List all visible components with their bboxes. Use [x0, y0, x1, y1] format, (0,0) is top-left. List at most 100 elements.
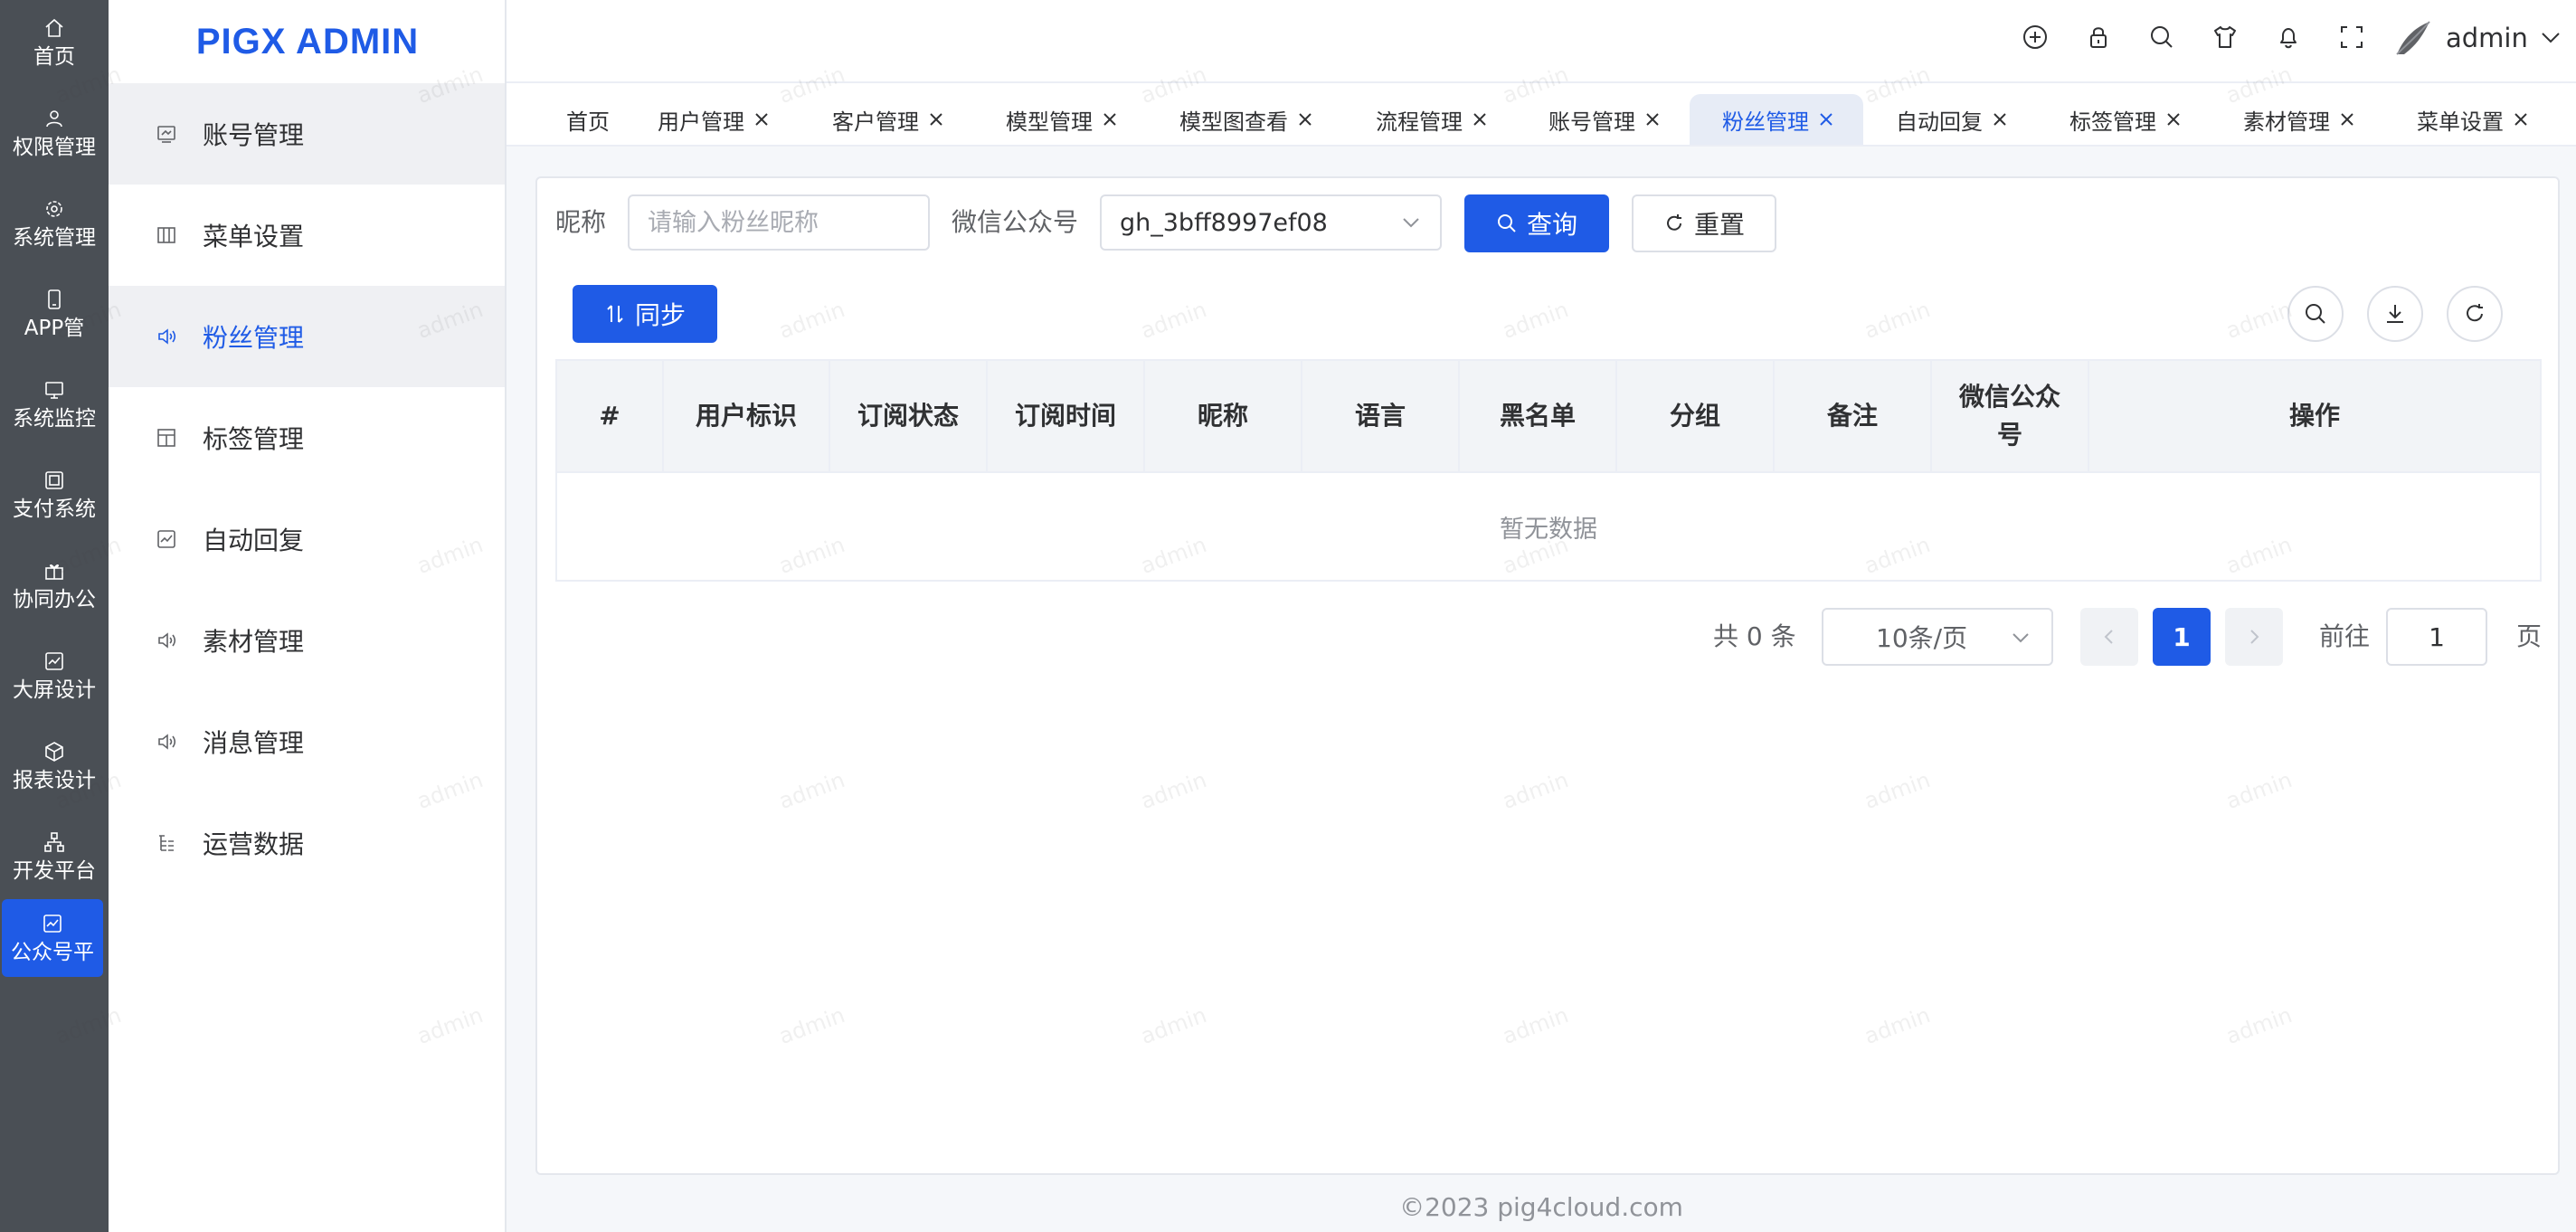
tab-fans-management[interactable]: 粉丝管理 [1690, 94, 1863, 145]
prev-page-button[interactable] [2080, 608, 2138, 666]
close-icon[interactable] [1297, 111, 1313, 128]
settings-icon [46, 200, 62, 217]
page-size-select[interactable]: 10条/页 [1822, 608, 2053, 666]
chevron-down-icon [1403, 218, 1419, 228]
rail-item-label: 大屏设计 [13, 678, 96, 702]
nickname-input[interactable] [628, 194, 930, 251]
rail-item-label: 公众号平 [11, 940, 94, 964]
page-number-current[interactable]: 1 [2153, 608, 2211, 666]
theme-shirt-icon[interactable] [2211, 24, 2239, 51]
list-tree-icon [159, 835, 174, 851]
reset-button[interactable]: 重置 [1632, 194, 1776, 252]
language-icon[interactable] [2022, 24, 2049, 51]
column-header: 操作 [2288, 401, 2340, 431]
box-icon [45, 741, 63, 762]
close-icon[interactable] [1992, 111, 2008, 128]
column-header: 用户标识 [664, 361, 830, 471]
tab-label: 自动回复 [1896, 109, 1983, 135]
menu-item-menu-settings[interactable]: 菜单设置 [109, 185, 505, 286]
tab-home[interactable]: 首页 [552, 94, 624, 145]
tab-material-management[interactable]: 素材管理 [2243, 94, 2355, 145]
toggle-search-button[interactable] [2287, 286, 2344, 342]
tab-label: 账号管理 [1548, 109, 1635, 135]
goto-page-input[interactable]: 1 [2386, 608, 2487, 666]
rail-item-home[interactable]: 首页 [0, 0, 109, 85]
tab-customer-management[interactable]: 客户管理 [832, 94, 944, 145]
goto-label: 前往 [2319, 621, 2371, 651]
fullscreen-icon[interactable] [2338, 24, 2365, 51]
menu-item-operation-data[interactable]: 运营数据 [109, 792, 505, 894]
rail-item-label: 支付系统 [13, 497, 96, 521]
menu-item-account[interactable]: 账号管理 [109, 83, 505, 185]
chevron-right-icon [2250, 630, 2259, 644]
brand-logo[interactable]: PIGX ADMIN [109, 0, 507, 83]
rail-item-screen[interactable]: 大屏设计 [0, 633, 109, 718]
search-icon[interactable] [2148, 24, 2175, 51]
icon-rail: 首页 权限管理 系统管理 APP管 系统监控 支付系统 协同办公 大屏设计 报表… [0, 0, 109, 1232]
tab-process-management[interactable]: 流程管理 [1376, 94, 1488, 145]
account-icon [157, 126, 175, 143]
close-icon[interactable] [1472, 111, 1488, 128]
tab-tag-management[interactable]: 标签管理 [2069, 94, 2182, 145]
rail-item-payment[interactable]: 支付系统 [0, 452, 109, 537]
chevron-down-icon [2012, 633, 2029, 643]
menu-item-material[interactable]: 素材管理 [109, 590, 505, 691]
tab-model-viewer[interactable]: 模型图查看 [1179, 94, 1313, 145]
rail-item-office[interactable]: 协同办公 [0, 543, 109, 628]
sort-arrows-icon [607, 305, 623, 323]
wechat-account-value: gh_3bff8997ef08 [1120, 208, 1328, 237]
rail-item-system[interactable]: 系统管理 [0, 181, 109, 266]
reset-button-label: 重置 [1693, 210, 1745, 240]
close-icon[interactable] [2339, 111, 2355, 128]
tab-label: 标签管理 [2069, 109, 2156, 135]
chart-icon [157, 530, 175, 548]
rail-item-dev[interactable]: 开发平台 [0, 814, 109, 899]
rail-item-permission[interactable]: 权限管理 [0, 90, 109, 175]
gift-icon [45, 564, 63, 580]
content-card: 昵称 微信公众号 gh_3bff8997ef08 查询 重置 同步 # 用户标识… [535, 176, 2560, 1175]
wechat-account-select[interactable]: gh_3bff8997ef08 [1100, 194, 1442, 251]
lock-icon[interactable] [2085, 24, 2112, 51]
close-icon[interactable] [1102, 111, 1118, 128]
column-header: # [557, 361, 664, 471]
tab-user-management[interactable]: 用户管理 [658, 94, 770, 145]
column-header: 分组 [1617, 361, 1775, 471]
close-icon[interactable] [2513, 111, 2529, 128]
close-icon[interactable] [2165, 111, 2182, 128]
export-button[interactable] [2367, 286, 2423, 342]
sync-button[interactable]: 同步 [573, 285, 717, 343]
menu-item-auto-reply[interactable]: 自动回复 [109, 488, 505, 590]
menu-item-label: 菜单设置 [203, 222, 305, 251]
avatar [2396, 21, 2430, 55]
pagination-total: 共 0 条 [1713, 621, 1796, 651]
column-header: 备注 [1775, 361, 1932, 471]
next-page-button[interactable] [2225, 608, 2283, 666]
menu-item-tags[interactable]: 标签管理 [109, 387, 505, 488]
close-icon[interactable] [928, 111, 944, 128]
refresh-button[interactable] [2447, 286, 2503, 342]
menu-item-message[interactable]: 消息管理 [109, 691, 505, 792]
rail-item-report[interactable]: 报表设计 [0, 724, 109, 809]
tab-account-management[interactable]: 账号管理 [1548, 94, 1661, 145]
close-icon[interactable] [1644, 111, 1661, 128]
column-header: 订阅时间 [988, 361, 1145, 471]
close-icon[interactable] [753, 111, 770, 128]
query-button[interactable]: 查询 [1464, 194, 1609, 252]
search-icon [1497, 214, 1516, 232]
close-icon[interactable] [1818, 111, 1834, 128]
sitemap-icon [44, 831, 64, 852]
bell-icon[interactable] [2275, 24, 2302, 51]
rail-item-label: 权限管理 [13, 135, 96, 159]
user-menu[interactable]: admin [2395, 18, 2561, 58]
tab-model-management[interactable]: 模型管理 [1006, 94, 1118, 145]
menu-item-fans[interactable]: 粉丝管理 [109, 286, 505, 387]
fans-table: # 用户标识 订阅状态 订阅时间 昵称 语言 黑名单 分组 备注 微信公众号 操… [555, 359, 2542, 582]
rail-item-wechat-mp[interactable]: 公众号平 [2, 899, 103, 977]
nickname-label: 昵称 [555, 207, 607, 237]
tab-menu-settings[interactable]: 菜单设置 [2417, 94, 2529, 145]
rail-item-label: APP管 [24, 316, 85, 340]
top-header: admin [507, 0, 2576, 83]
rail-item-monitor[interactable]: 系统监控 [0, 362, 109, 447]
tab-auto-reply[interactable]: 自动回复 [1896, 94, 2008, 145]
rail-item-app[interactable]: APP管 [0, 271, 109, 356]
